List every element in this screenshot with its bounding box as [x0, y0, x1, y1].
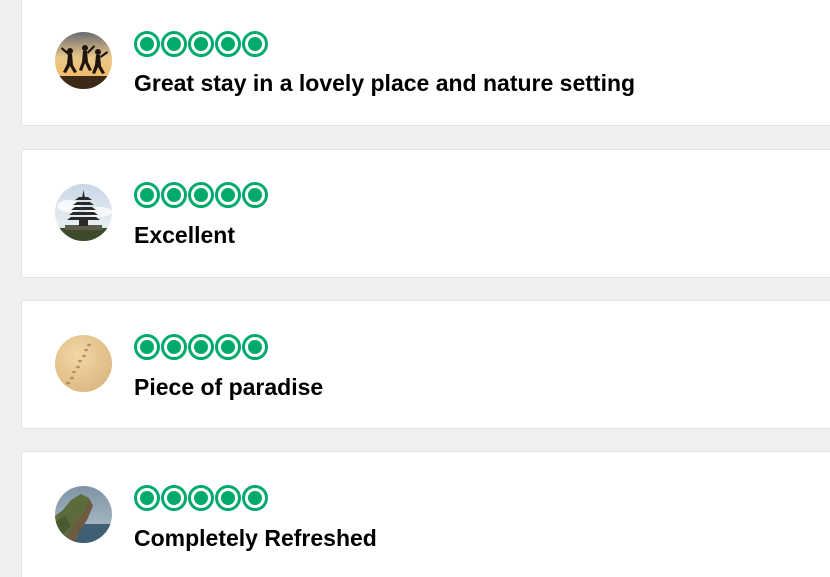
rating-bubble-icon — [134, 182, 160, 208]
review-title[interactable]: Great stay in a lovely place and nature … — [134, 70, 635, 97]
review-card[interactable]: Piece of paradise — [21, 300, 830, 429]
rating-bubble-icon — [188, 334, 214, 360]
rating-bubble-icon — [134, 334, 160, 360]
review-title[interactable]: Piece of paradise — [134, 374, 323, 401]
rating-bubble-icon — [188, 485, 214, 511]
rating-bubble-icon — [215, 182, 241, 208]
rating-bubble-icon — [215, 334, 241, 360]
rating-bubble-icon — [188, 31, 214, 57]
bubble-rating — [134, 31, 268, 57]
rating-bubble-icon — [242, 334, 268, 360]
rating-bubble-icon — [215, 31, 241, 57]
rating-bubble-icon — [188, 182, 214, 208]
footprints-sand-avatar[interactable] — [55, 335, 112, 392]
rating-bubble-icon — [134, 485, 160, 511]
review-card[interactable]: Great stay in a lovely place and nature … — [21, 0, 830, 126]
rating-bubble-icon — [161, 485, 187, 511]
bubble-rating — [134, 334, 268, 360]
bubble-rating — [134, 485, 268, 511]
review-title[interactable]: Excellent — [134, 222, 235, 249]
rating-bubble-icon — [242, 485, 268, 511]
rating-bubble-icon — [161, 334, 187, 360]
people-jumping-sunset-avatar[interactable] — [55, 32, 112, 89]
rating-bubble-icon — [161, 31, 187, 57]
review-card[interactable]: Excellent — [21, 149, 830, 278]
sea-cliff-avatar[interactable] — [55, 486, 112, 543]
rating-bubble-icon — [242, 182, 268, 208]
review-title[interactable]: Completely Refreshed — [134, 525, 377, 552]
review-card[interactable]: Completely Refreshed — [21, 451, 830, 577]
rating-bubble-icon — [134, 31, 160, 57]
pagoda-temple-avatar[interactable] — [55, 184, 112, 241]
bubble-rating — [134, 182, 268, 208]
review-list: Great stay in a lovely place and nature … — [0, 0, 830, 577]
rating-bubble-icon — [242, 31, 268, 57]
rating-bubble-icon — [215, 485, 241, 511]
rating-bubble-icon — [161, 182, 187, 208]
